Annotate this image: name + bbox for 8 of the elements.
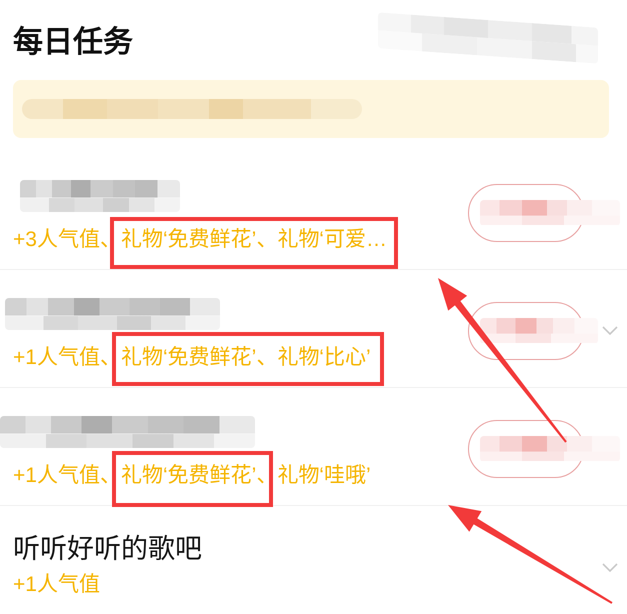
reward-text: +1人气值、礼物‘免费鲜花’、礼物‘比心’: [13, 346, 371, 370]
chevron-down-icon[interactable]: [602, 562, 618, 572]
reward-text: +1人气值、礼物‘免费鲜花’、礼物‘哇哦’: [13, 464, 371, 488]
reward-text: +3人气值、礼物‘免费鲜花’、礼物‘可爱…: [13, 228, 387, 252]
chevron-down-icon[interactable]: [602, 326, 618, 335]
reward-text: +1人气值: [13, 573, 100, 597]
task-title: 听听好听的歌吧: [13, 533, 202, 566]
section-title: 每日任务: [13, 24, 133, 61]
